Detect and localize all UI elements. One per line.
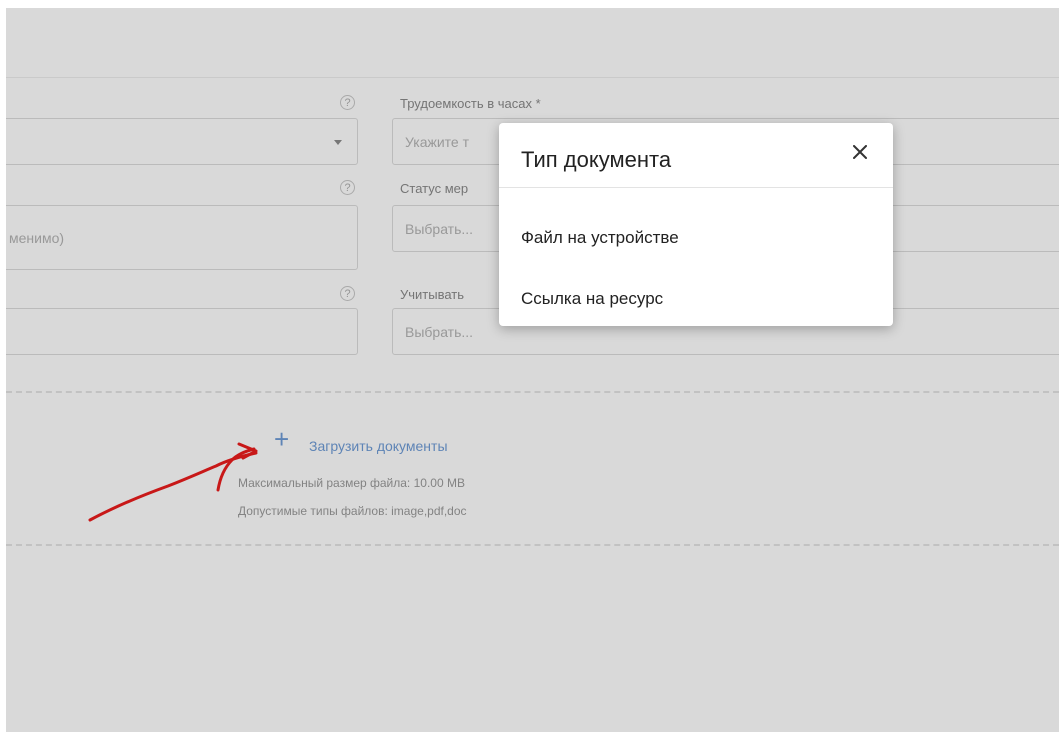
annotation-arrow — [88, 442, 258, 522]
option-file-on-device[interactable]: Файл на устройстве — [521, 228, 679, 248]
close-icon[interactable] — [847, 139, 873, 165]
document-type-dialog: Тип документа Файл на устройстве Ссылка … — [499, 123, 893, 326]
dialog-divider — [499, 187, 893, 188]
page: ? ? менимо) ? Трудоемкость в часах * Ука… — [6, 8, 1059, 732]
option-resource-link[interactable]: Ссылка на ресурс — [521, 289, 663, 309]
dialog-title: Тип документа — [521, 147, 672, 172]
